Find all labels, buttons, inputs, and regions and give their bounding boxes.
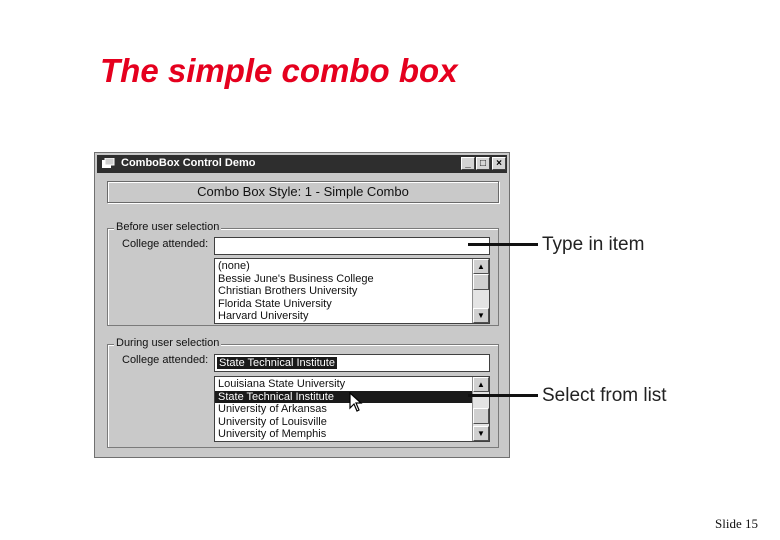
maximize-button[interactable]: □ — [476, 157, 490, 170]
window-title: ComboBox Control Demo — [121, 157, 256, 169]
before-field-label: College attended: — [122, 238, 209, 250]
window-titlebar[interactable]: ComboBox Control Demo _ □ × — [97, 155, 507, 173]
during-combo-input[interactable]: State Technical Institute — [214, 354, 490, 372]
arrow-up-icon[interactable]: ▲ — [473, 377, 489, 392]
during-group-label: During user selection — [114, 337, 222, 349]
list-item[interactable]: Louisiana State University — [215, 378, 472, 391]
arrow-down-icon[interactable]: ▼ — [473, 308, 489, 323]
before-college-listbox[interactable]: (none) Bessie June's Business College Ch… — [214, 258, 490, 324]
scrollbar-thumb[interactable] — [473, 408, 489, 424]
slide-number: Slide 15 — [715, 516, 758, 531]
before-combo-input[interactable] — [214, 237, 490, 255]
list-item[interactable]: Florida State University — [215, 298, 472, 311]
scrollbar-thumb[interactable] — [473, 274, 489, 290]
slide-title: The simple combo box — [100, 52, 458, 89]
combobox-demo-window: ComboBox Control Demo _ □ × Combo Box St… — [94, 152, 510, 458]
list-item[interactable]: University of Arkansas — [215, 403, 472, 416]
type-in-callout: Type in item — [542, 234, 645, 255]
select-callout-line — [468, 394, 538, 397]
list-item[interactable]: University of Louisville — [215, 416, 472, 429]
combo-style-banner: Combo Box Style: 1 - Simple Combo — [107, 181, 499, 203]
app-window-icon — [102, 158, 115, 168]
list-item[interactable]: (none) — [215, 260, 472, 273]
arrow-up-icon[interactable]: ▲ — [473, 259, 489, 274]
during-field-label: College attended: — [122, 354, 209, 366]
list-item[interactable]: University of Memphis — [215, 428, 472, 441]
before-listbox-scrollbar[interactable]: ▲ ▼ — [472, 259, 489, 323]
during-selection-group: During user selection College attended: … — [107, 337, 499, 448]
arrow-down-icon[interactable]: ▼ — [473, 426, 489, 441]
type-in-callout-line — [468, 243, 538, 246]
during-listbox-scrollbar[interactable]: ▲ ▼ — [472, 377, 489, 441]
list-item-selected[interactable]: State Technical Institute — [215, 390, 472, 404]
close-button[interactable]: × — [492, 157, 506, 170]
list-item[interactable]: Bessie June's Business College — [215, 273, 472, 286]
list-item[interactable]: Christian Brothers University — [215, 285, 472, 298]
mouse-pointer-icon — [349, 392, 363, 412]
before-selection-group: Before user selection College attended: … — [107, 221, 499, 326]
minimize-button[interactable]: _ — [461, 157, 475, 170]
list-item[interactable]: Harvard University — [215, 310, 472, 323]
select-callout: Select from list — [542, 385, 667, 406]
combo-selected-text: State Technical Institute — [217, 357, 337, 369]
before-group-label: Before user selection — [114, 221, 222, 233]
